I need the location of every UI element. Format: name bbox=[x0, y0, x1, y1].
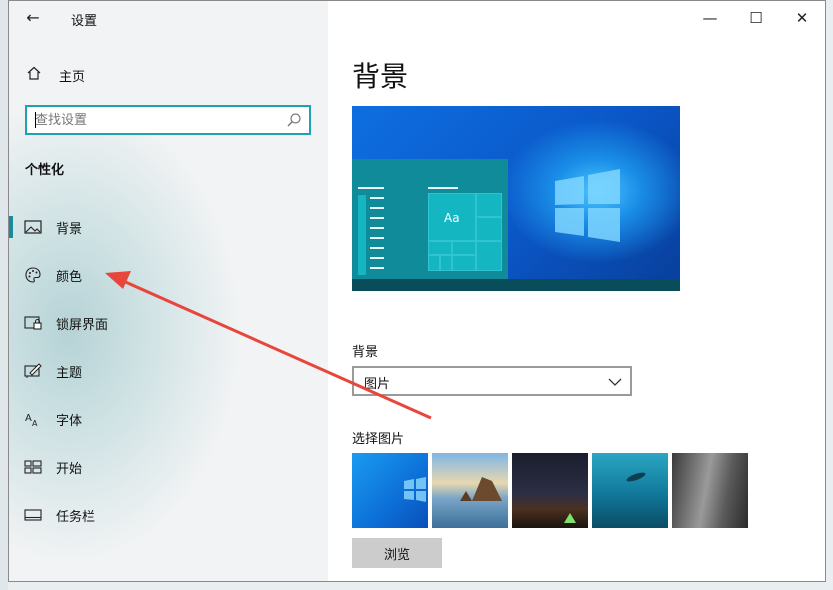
choose-picture-label: 选择图片 bbox=[352, 432, 405, 447]
search-icon[interactable] bbox=[285, 111, 303, 129]
preview-line bbox=[370, 227, 384, 229]
preview-line bbox=[370, 197, 384, 199]
preview-tile bbox=[440, 255, 452, 271]
preview-line bbox=[370, 267, 384, 269]
sidebar-item-label: 字体 bbox=[56, 413, 83, 429]
maximize-icon: ☐ bbox=[749, 9, 763, 27]
sidebar: ← 设置 主页 个性化 背景 bbox=[9, 1, 328, 581]
sidebar-item-start[interactable]: 开始 bbox=[9, 447, 328, 487]
preview-icon-column bbox=[358, 195, 366, 275]
preview-tile bbox=[476, 241, 502, 271]
desktop-background-edge bbox=[0, 0, 8, 590]
sidebar-item-taskbar[interactable]: 任务栏 bbox=[9, 495, 328, 535]
tent-icon bbox=[564, 513, 576, 523]
app-title: 设置 bbox=[71, 14, 98, 29]
sidebar-item-label: 颜色 bbox=[56, 269, 83, 285]
section-title: 个性化 bbox=[25, 163, 65, 178]
page-title: 背景 bbox=[352, 60, 409, 93]
rock-icon bbox=[460, 477, 502, 501]
sidebar-item-label: 开始 bbox=[56, 461, 83, 477]
swimmer-icon bbox=[626, 472, 646, 482]
preview-tile bbox=[428, 241, 452, 255]
sidebar-item-label: 任务栏 bbox=[56, 509, 96, 525]
home-icon bbox=[25, 65, 43, 85]
close-icon: ✕ bbox=[795, 9, 809, 27]
svg-text:A: A bbox=[32, 419, 38, 427]
preview-tile bbox=[452, 241, 476, 255]
svg-text:A: A bbox=[25, 413, 32, 424]
windows-logo-icon bbox=[404, 477, 426, 502]
sidebar-item-colors[interactable]: 颜色 bbox=[9, 255, 328, 295]
theme-icon bbox=[24, 362, 42, 380]
preview-taskbar bbox=[352, 279, 680, 291]
background-label: 背景 bbox=[352, 345, 379, 360]
palette-icon bbox=[24, 266, 42, 284]
text-cursor bbox=[35, 112, 36, 128]
preview-tile bbox=[452, 255, 476, 271]
preview-line bbox=[370, 247, 384, 249]
preview-tile bbox=[476, 193, 502, 217]
preview-line bbox=[358, 187, 384, 189]
font-icon: AA bbox=[24, 410, 42, 428]
sidebar-item-label: 主题 bbox=[56, 365, 83, 381]
browse-button[interactable]: 浏览 bbox=[352, 538, 442, 568]
preview-line bbox=[370, 237, 384, 239]
nav-home-label: 主页 bbox=[59, 69, 86, 85]
sidebar-item-background[interactable]: 背景 bbox=[9, 207, 328, 247]
title-bar: ← 设置 bbox=[9, 1, 328, 35]
sidebar-item-lock-screen[interactable]: 锁屏界面 bbox=[9, 303, 328, 343]
preview-line bbox=[370, 257, 384, 259]
close-button[interactable]: ✕ bbox=[779, 5, 825, 31]
lock-screen-icon bbox=[24, 314, 42, 332]
taskbar-icon bbox=[24, 506, 42, 524]
start-icon bbox=[24, 458, 42, 476]
chevron-down-icon bbox=[608, 374, 622, 388]
search-input[interactable] bbox=[35, 110, 280, 130]
active-indicator bbox=[9, 216, 13, 238]
nav-home[interactable]: 主页 bbox=[25, 63, 85, 87]
search-box[interactable] bbox=[25, 105, 311, 135]
wallpaper-thumb-night-sky[interactable] bbox=[512, 453, 588, 528]
main-content: — ☐ ✕ 背景 Aa 背景 图片 选择图片 浏览 bbox=[328, 1, 825, 581]
settings-window: ← 设置 主页 个性化 背景 bbox=[8, 0, 826, 582]
preview-line bbox=[370, 217, 384, 219]
sidebar-item-label: 背景 bbox=[56, 221, 83, 237]
background-type-select[interactable]: 图片 bbox=[352, 366, 632, 396]
sidebar-item-label: 锁屏界面 bbox=[56, 317, 109, 333]
sidebar-item-themes[interactable]: 主题 bbox=[9, 351, 328, 391]
sidebar-item-fonts[interactable]: AA 字体 bbox=[9, 399, 328, 439]
preview-tile bbox=[428, 255, 440, 271]
background-type-value: 图片 bbox=[364, 377, 391, 392]
maximize-button[interactable]: ☐ bbox=[733, 5, 779, 31]
preview-line bbox=[370, 207, 384, 209]
wallpaper-thumb-windows-blue[interactable] bbox=[352, 453, 428, 528]
back-arrow-icon: ← bbox=[26, 8, 40, 27]
wallpaper-thumb-rock-cliff[interactable] bbox=[672, 453, 748, 528]
wallpaper-thumb-beach[interactable] bbox=[432, 453, 508, 528]
back-button[interactable]: ← bbox=[21, 7, 45, 29]
picture-icon bbox=[24, 218, 42, 236]
minimize-button[interactable]: — bbox=[687, 5, 733, 31]
minimize-icon: — bbox=[702, 9, 718, 27]
preview-tile-text: Aa bbox=[444, 211, 460, 225]
preview-tile bbox=[476, 217, 502, 241]
background-preview: Aa bbox=[352, 106, 680, 291]
preview-line bbox=[428, 187, 458, 189]
wallpaper-thumb-underwater[interactable] bbox=[592, 453, 668, 528]
